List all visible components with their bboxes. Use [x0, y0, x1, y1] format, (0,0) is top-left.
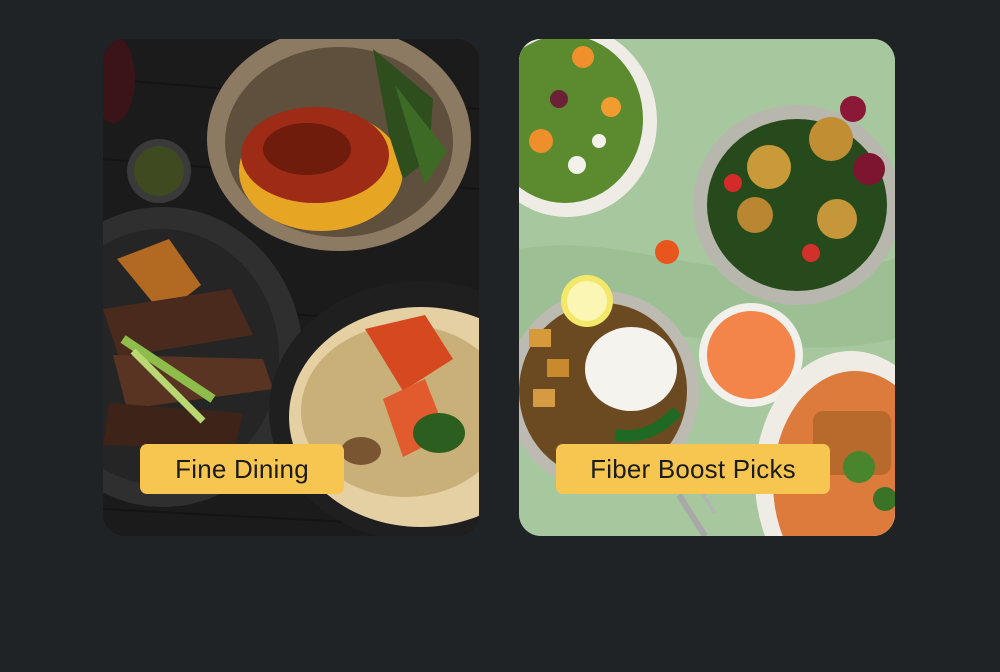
category-card-fine-dining[interactable]: Fine Dining [103, 39, 479, 536]
category-label-fiber-boost-picks: Fiber Boost Picks [556, 444, 830, 494]
category-label-fine-dining: Fine Dining [140, 444, 344, 494]
page: { "categories": [ { "label": "Fine Dinin… [0, 0, 1000, 672]
category-card-fiber-boost-picks[interactable]: Fiber Boost Picks [519, 39, 895, 536]
